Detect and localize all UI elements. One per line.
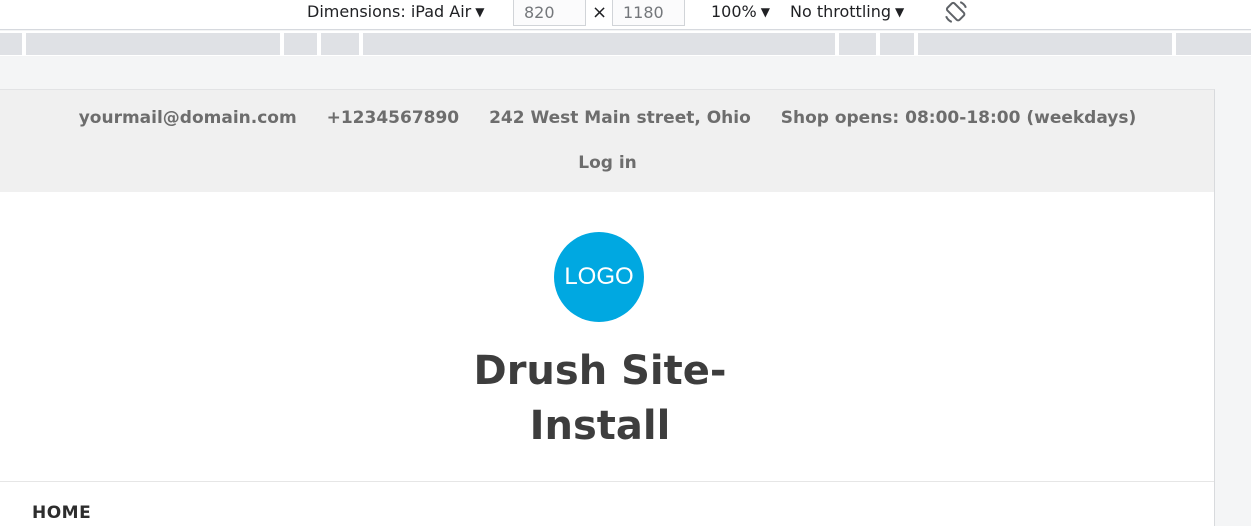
- media-query-ruler: [0, 31, 1251, 56]
- contact-topbar: yourmail@domain.com +1234567890 242 West…: [0, 90, 1214, 192]
- site-logo[interactable]: LOGO: [554, 232, 644, 322]
- contact-email[interactable]: yourmail@domain.com: [79, 108, 297, 128]
- shop-hours: Shop opens: 08:00-18:00 (weekdays): [780, 108, 1137, 128]
- dimensions-label: Dimensions: iPad Air: [307, 2, 472, 21]
- media-query-bar[interactable]: [321, 33, 359, 55]
- device-dimensions-select[interactable]: Dimensions: iPad Air ▼: [307, 0, 484, 24]
- site-branding: LOGO Drush Site-Install: [0, 192, 1214, 482]
- media-query-bar[interactable]: [284, 33, 317, 55]
- times-symbol: ×: [592, 2, 608, 23]
- dropdown-arrow-icon: ▼: [895, 5, 905, 19]
- device-toolbar: Dimensions: iPad Air▼ × 100%▼ No throttl…: [0, 0, 1251, 30]
- account-row: Log in: [0, 153, 1214, 173]
- media-query-bar[interactable]: [880, 33, 914, 55]
- media-query-bar[interactable]: [918, 33, 1172, 55]
- media-query-bar[interactable]: [1176, 33, 1251, 55]
- dropdown-arrow-icon: ▼: [760, 5, 770, 19]
- media-query-bar[interactable]: [363, 33, 835, 55]
- media-query-bar[interactable]: [26, 33, 280, 55]
- dropdown-arrow-icon: ▼: [475, 5, 485, 19]
- zoom-label: 100%: [711, 2, 757, 21]
- logo-text: LOGO: [564, 263, 634, 290]
- login-link[interactable]: Log in: [578, 153, 637, 173]
- emulated-viewport: yourmail@domain.com +1234567890 242 West…: [0, 89, 1215, 526]
- media-query-bar[interactable]: [0, 33, 22, 55]
- throttling-select[interactable]: No throttling ▼: [790, 0, 904, 24]
- zoom-select[interactable]: 100% ▼: [711, 0, 770, 24]
- contact-phone[interactable]: +1234567890: [327, 108, 460, 128]
- rotate-icon[interactable]: [942, 0, 970, 24]
- height-input[interactable]: [612, 0, 685, 26]
- site-name[interactable]: Drush Site-Install: [440, 344, 760, 454]
- nav-home-link[interactable]: HOME: [32, 503, 91, 523]
- contact-address: 242 West Main street, Ohio: [489, 108, 751, 128]
- contact-info-row: yourmail@domain.com +1234567890 242 West…: [0, 108, 1214, 128]
- width-input[interactable]: [513, 0, 586, 26]
- throttling-label: No throttling: [790, 2, 892, 21]
- media-query-bar[interactable]: [839, 33, 876, 55]
